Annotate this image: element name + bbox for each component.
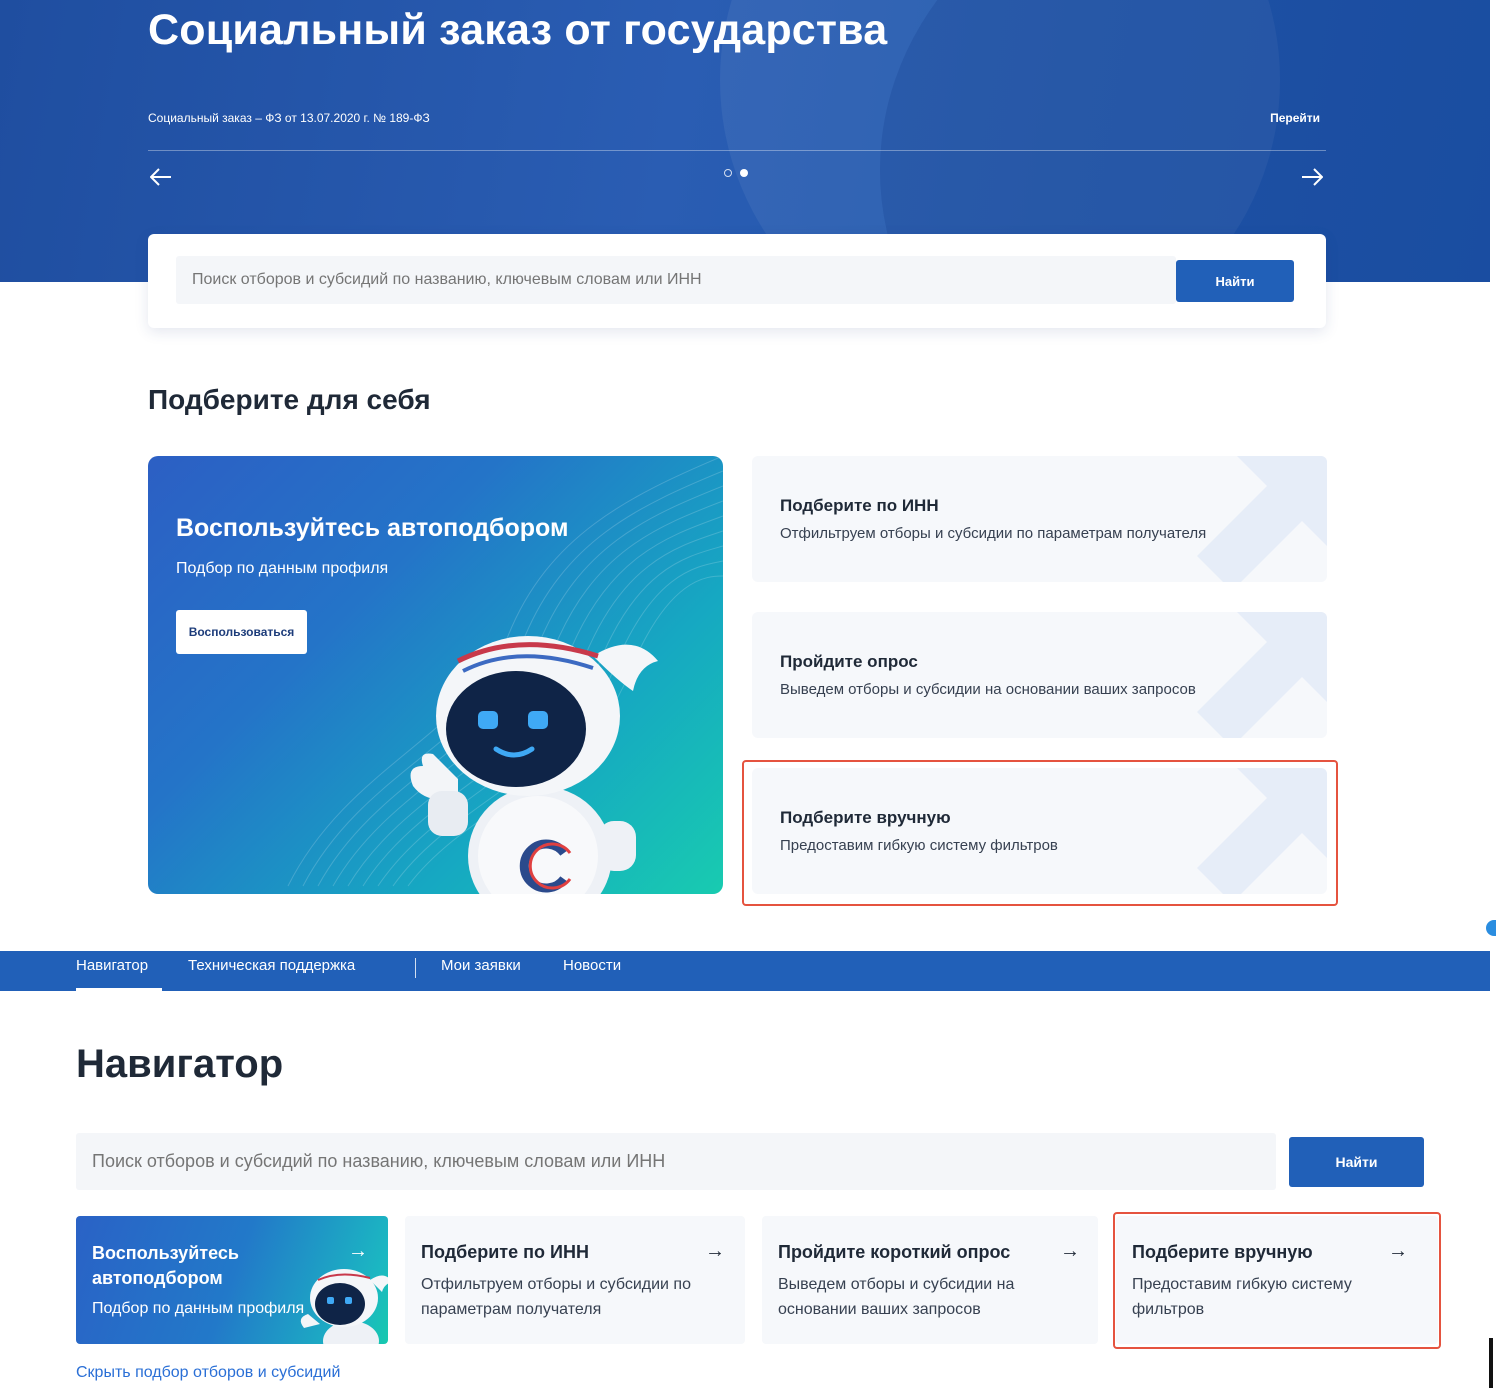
- autopick-promo-card: Воспользуйтесь автоподбором Подбор по да…: [148, 456, 723, 894]
- nav-card-short-survey[interactable]: Пройдите короткий опрос Выведем отборы и…: [762, 1216, 1098, 1344]
- navigator-search-button[interactable]: Найти: [1289, 1137, 1424, 1187]
- hero-subtitle: Социальный заказ – ФЗ от 13.07.2020 г. №…: [148, 111, 430, 125]
- card-desc: Выведем отборы и субсидии на основании в…: [778, 1276, 1015, 1318]
- arrow-right-icon[interactable]: [1297, 162, 1327, 192]
- search-button[interactable]: Найти: [1176, 260, 1294, 302]
- slider-dot-active[interactable]: [740, 169, 748, 177]
- card-title: Подберите по ИНН: [421, 1242, 589, 1262]
- page-title: Навигатор: [76, 1042, 284, 1086]
- search-input[interactable]: [176, 256, 1176, 304]
- hero-title: Социальный заказ от государства: [148, 6, 888, 54]
- nav-item-my-applications[interactable]: Мои заявки: [441, 957, 521, 974]
- hero-divider: [148, 150, 1326, 151]
- arrow-right-icon: →: [705, 1240, 725, 1262]
- arrow-left-icon[interactable]: [146, 162, 176, 192]
- card-desc: Подбор по данным профиля: [92, 1300, 305, 1317]
- arrow-up-right-icon: [1197, 456, 1327, 582]
- slider-dot[interactable]: [724, 169, 732, 177]
- option-desc: Выведем отборы и субсидии на основании в…: [780, 681, 1196, 698]
- nav-card-inn[interactable]: Подберите по ИНН Отфильтруем отборы и су…: [405, 1216, 745, 1344]
- promo-subtitle: Подбор по данным профиля: [176, 560, 389, 577]
- nav-active-underline: [76, 988, 162, 991]
- arrow-right-icon: →: [348, 1240, 368, 1262]
- option-card-inn[interactable]: Подберите по ИНН Отфильтруем отборы и су…: [752, 456, 1327, 582]
- section-title: Подберите для себя: [148, 384, 431, 415]
- arrow-right-icon: →: [1060, 1240, 1080, 1262]
- highlight-box: [742, 760, 1338, 906]
- navigator-search-input[interactable]: [76, 1133, 1276, 1190]
- search-card: Найти: [148, 234, 1326, 328]
- arrow-up-right-icon: [1197, 612, 1327, 738]
- nav-item-news[interactable]: Новости: [563, 957, 621, 974]
- promo-title: Воспользуйтесь автоподбором: [176, 514, 569, 542]
- option-card-survey[interactable]: Пройдите опрос Выведем отборы и субсидии…: [752, 612, 1327, 738]
- use-autopick-button[interactable]: Воспользоваться: [176, 610, 307, 654]
- card-title: Воспользуйтесь автоподбором: [92, 1243, 239, 1288]
- nav-card-autopick[interactable]: Воспользуйтесь автоподбором Подбор по да…: [76, 1216, 388, 1344]
- nav-item-navigator[interactable]: Навигатор: [76, 957, 148, 974]
- nav-separator: [415, 958, 416, 978]
- option-title: Пройдите опрос: [780, 652, 918, 671]
- side-indicator: [1486, 920, 1496, 936]
- nav-item-support[interactable]: Техническая поддержка: [188, 957, 355, 974]
- hero-go-link[interactable]: Перейти: [1270, 111, 1320, 125]
- text-cursor-mark: [1489, 1338, 1493, 1388]
- card-title: Пройдите короткий опрос: [778, 1242, 1011, 1262]
- highlight-box: [1113, 1212, 1441, 1349]
- hide-selection-link[interactable]: Скрыть подбор отборов и субсидий: [76, 1364, 340, 1382]
- option-desc: Отфильтруем отборы и субсидии по парамет…: [780, 525, 1207, 542]
- robot-mascot-icon: [410, 636, 658, 894]
- slider-dots: [724, 169, 748, 177]
- nav-bar: Навигатор Техническая поддержка Мои заяв…: [0, 951, 1490, 991]
- option-title: Подберите по ИНН: [780, 496, 939, 515]
- card-desc: Отфильтруем отборы и субсидии по парамет…: [421, 1276, 691, 1318]
